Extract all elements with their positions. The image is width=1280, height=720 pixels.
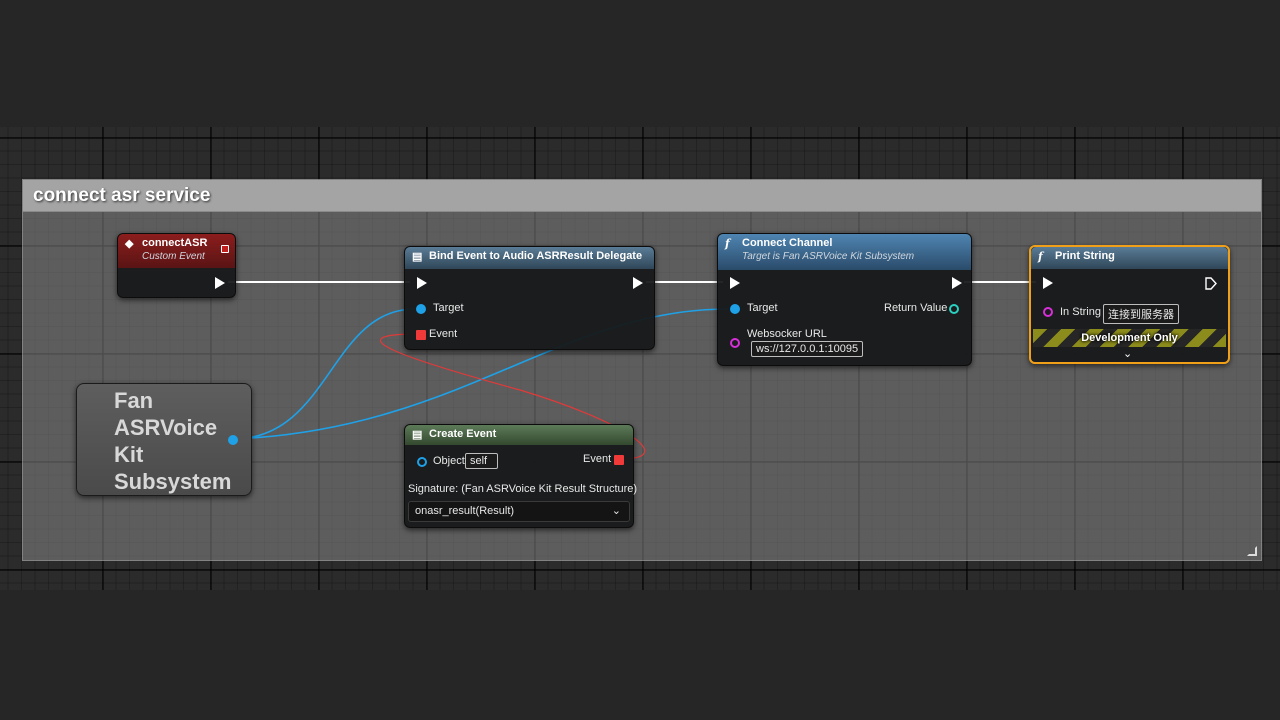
exec-input-pin[interactable] xyxy=(730,277,740,289)
connect-channel-node[interactable]: f Connect Channel Target is Fan ASRVoice… xyxy=(717,233,972,366)
print-string-header[interactable]: f Print String xyxy=(1031,247,1228,269)
websocket-url-field[interactable]: ws://127.0.0.1:10095 xyxy=(751,341,864,357)
function-select-dropdown[interactable]: onasr_result(Result) ⌄ xyxy=(408,501,630,522)
object-input-pin[interactable] xyxy=(417,457,427,467)
in-string-label: In String xyxy=(1060,306,1101,318)
function-f-icon: f xyxy=(1038,250,1043,263)
print-string-title: Print String xyxy=(1055,250,1115,262)
print-string-node[interactable]: f Print String In String 连接到服务器 Developm… xyxy=(1029,245,1230,364)
custom-event-node[interactable]: ◆ connectASR Custom Event xyxy=(117,233,236,298)
subsystem-output-pin[interactable] xyxy=(228,435,238,445)
in-string-pin[interactable] xyxy=(1043,307,1053,317)
exec-input-pin[interactable] xyxy=(1043,277,1053,289)
event-diamond-icon: ◆ xyxy=(125,238,134,250)
custom-event-subtitle: Custom Event xyxy=(142,251,205,262)
resize-grip-icon[interactable] xyxy=(1247,546,1257,556)
bind-event-header[interactable]: ▤ Bind Event to Audio ASRResult Delegate xyxy=(405,247,654,269)
event-input-pin[interactable] xyxy=(416,330,426,340)
chevron-down-icon[interactable]: ⌄ xyxy=(1123,347,1132,360)
target-pin-label: Target xyxy=(433,302,464,314)
function-f-icon: f xyxy=(725,237,730,250)
delegate-output-pin[interactable] xyxy=(221,245,229,253)
event-pin-label: Event xyxy=(583,453,612,465)
exec-output-pin[interactable] xyxy=(215,277,225,289)
connect-channel-title: Connect Channel xyxy=(742,237,833,249)
create-event-node[interactable]: ▤ Create Event Object self Event Signatu… xyxy=(404,424,638,528)
create-event-title: Create Event xyxy=(429,428,497,440)
target-pin-label: Target xyxy=(747,302,778,314)
selected-function: onasr_result(Result) xyxy=(415,505,515,517)
object-pin-label: Object xyxy=(433,455,465,467)
delegate-icon: ▤ xyxy=(412,429,423,441)
object-field[interactable]: self xyxy=(465,453,498,469)
comment-title: connect asr service xyxy=(33,185,211,206)
comment-header[interactable]: connect asr service xyxy=(23,180,1261,212)
connect-channel-subtitle: Target is Fan ASRVoice Kit Subsystem xyxy=(742,251,915,262)
websocket-url-label: Websocker URL xyxy=(747,328,827,340)
bind-event-title: Bind Event to Audio ASRResult Delegate xyxy=(429,250,643,262)
create-event-header[interactable]: ▤ Create Event xyxy=(405,425,633,445)
exec-output-pin[interactable] xyxy=(1205,277,1217,290)
connect-channel-header[interactable]: f Connect Channel Target is Fan ASRVoice… xyxy=(718,234,971,270)
subsystem-getter-node[interactable]: Fan ASRVoice Kit Subsystem xyxy=(76,383,252,496)
return-value-pin[interactable] xyxy=(949,304,959,314)
websocket-url-pin[interactable] xyxy=(730,338,740,348)
subsystem-label: Fan ASRVoice Kit Subsystem xyxy=(114,388,232,494)
exec-output-pin[interactable] xyxy=(952,277,962,289)
development-only-banner: Development Only xyxy=(1033,329,1226,347)
return-value-label: Return Value xyxy=(884,302,948,314)
chevron-down-icon: ⌄ xyxy=(611,505,621,517)
target-input-pin[interactable] xyxy=(730,304,740,314)
custom-event-title: connectASR xyxy=(142,237,208,249)
bind-event-node[interactable]: ▤ Bind Event to Audio ASRResult Delegate… xyxy=(404,246,655,350)
event-pin-label: Event xyxy=(429,328,458,340)
in-string-field[interactable]: 连接到服务器 xyxy=(1103,304,1179,324)
signature-label: Signature: (Fan ASRVoice Kit Result Stru… xyxy=(408,483,638,495)
delegate-icon: ▤ xyxy=(412,251,423,263)
exec-input-pin[interactable] xyxy=(417,277,427,289)
event-output-pin[interactable] xyxy=(614,455,624,465)
custom-event-header[interactable]: ◆ connectASR Custom Event xyxy=(118,234,235,268)
exec-output-pin[interactable] xyxy=(633,277,643,289)
target-input-pin[interactable] xyxy=(416,304,426,314)
